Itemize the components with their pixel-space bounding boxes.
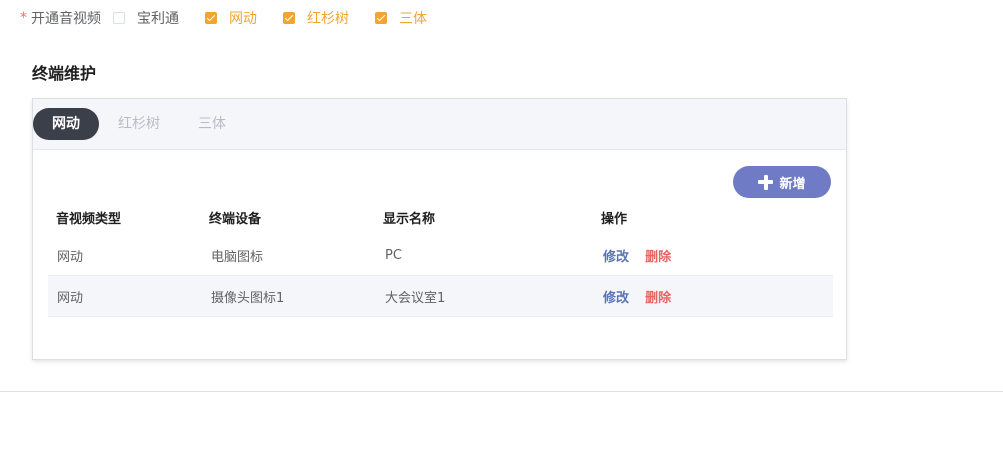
enable-av-row: * 开通音视频 宝利通 网动 红杉树 三体 xyxy=(20,8,453,28)
checkbox-label: 红杉树 xyxy=(307,11,349,27)
terminal-card: 网动 红杉树 三体 新增 音视频类型 终端设备 显示名称 操作 网动 电脑图标 … xyxy=(32,98,847,360)
tab-santi[interactable]: 三体 xyxy=(179,108,245,140)
cell-device: 电脑图标 xyxy=(211,249,264,265)
section-title: 终端维护 xyxy=(32,64,97,83)
table-header: 音视频类型 终端设备 显示名称 操作 xyxy=(48,199,833,235)
column-header-name: 显示名称 xyxy=(383,211,436,227)
delete-link[interactable]: 删除 xyxy=(645,250,671,265)
column-header-type: 音视频类型 xyxy=(56,211,122,227)
checkbox-checked-icon[interactable] xyxy=(375,12,387,24)
column-header-device: 终端设备 xyxy=(209,211,262,227)
required-asterisk: * xyxy=(20,10,27,26)
cell-actions: 修改 删除 xyxy=(591,246,833,265)
cell-type: 网动 xyxy=(57,249,84,265)
delete-link[interactable]: 删除 xyxy=(645,291,671,306)
add-button[interactable]: 新增 xyxy=(733,166,831,198)
table-row: 网动 摄像头图标1 大会议室1 修改 删除 xyxy=(48,276,833,317)
edit-link[interactable]: 修改 xyxy=(603,250,629,265)
cell-name: 大会议室1 xyxy=(385,290,446,306)
page: * 开通音视频 宝利通 网动 红杉树 三体 终端维护 网动 红杉树 三体 新增 xyxy=(0,0,1003,464)
bottom-divider xyxy=(0,391,1003,392)
checkbox-baolitong[interactable]: 宝利通 xyxy=(113,8,179,28)
enable-av-label: 开通音视频 xyxy=(31,11,101,27)
column-header-actions: 操作 xyxy=(601,211,628,227)
checkbox-hongshanshu[interactable]: 红杉树 xyxy=(283,8,349,28)
tabs-bar: 网动 红杉树 三体 xyxy=(33,99,846,150)
checkbox-label: 三体 xyxy=(399,11,427,27)
cell-name: PC xyxy=(385,247,402,263)
tab-hongshanshu[interactable]: 红杉树 xyxy=(99,108,179,140)
plus-icon xyxy=(758,174,774,190)
checkbox-checked-icon[interactable] xyxy=(283,12,295,24)
checkbox-santi[interactable]: 三体 xyxy=(375,8,427,28)
checkbox-wangdong[interactable]: 网动 xyxy=(205,8,257,28)
cell-type: 网动 xyxy=(57,290,84,306)
cell-actions: 修改 删除 xyxy=(591,287,833,306)
terminal-table: 音视频类型 终端设备 显示名称 操作 网动 电脑图标 PC 修改 删除 网动 摄… xyxy=(48,199,833,317)
edit-link[interactable]: 修改 xyxy=(603,291,629,306)
checkbox-label: 网动 xyxy=(229,11,257,27)
table-row: 网动 电脑图标 PC 修改 删除 xyxy=(48,235,833,276)
cell-device: 摄像头图标1 xyxy=(211,290,285,306)
checkbox-label: 宝利通 xyxy=(137,11,179,27)
checkbox-unchecked-icon[interactable] xyxy=(113,12,125,24)
checkbox-checked-icon[interactable] xyxy=(205,12,217,24)
tab-wangdong[interactable]: 网动 xyxy=(33,108,99,140)
add-button-label: 新增 xyxy=(779,176,806,192)
